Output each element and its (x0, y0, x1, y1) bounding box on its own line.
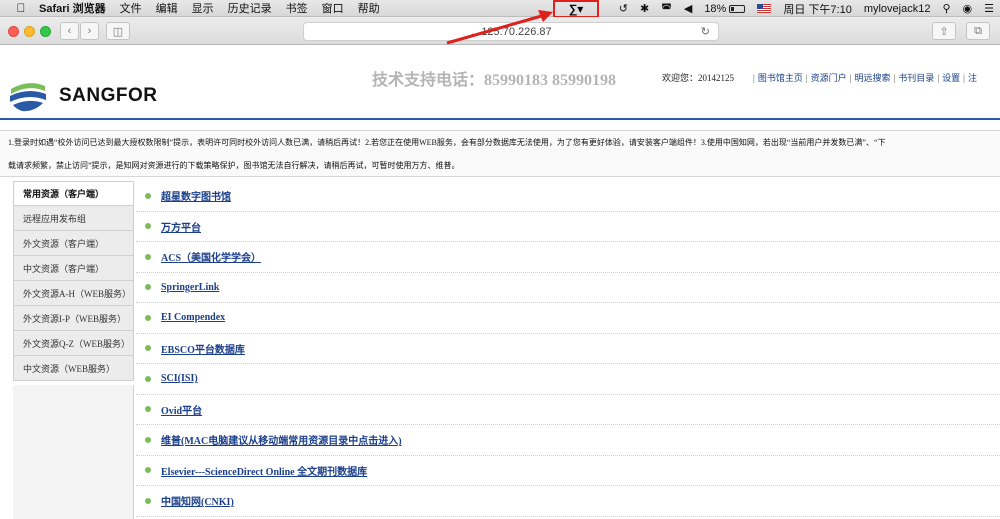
resource-link[interactable]: 维普(MAC电脑建议从移动端常用资源目录中点击进入) (161, 432, 402, 447)
bullet-icon (145, 497, 151, 504)
bullet-icon (145, 192, 151, 199)
notice-line-2: 载请求频繁，禁止访问”提示，是知网对资源进行的下载策略保护，图书馆无法自行解决，… (8, 161, 460, 170)
chevron-right-icon: › (87, 25, 92, 37)
battery-percent: 18% (704, 2, 727, 15)
list-item: SCI(ISI) (136, 364, 1000, 395)
notice-box: 1.登录时如遇“校外访问已达到最大授权数限制”提示，表明许可同时校外访问人数已满… (0, 130, 1000, 177)
share-button[interactable]: ⇧ (932, 22, 956, 40)
bluetooth-icon[interactable]: ✱ (634, 2, 655, 15)
notice-line-1: 1.登录时如遇“校外访问已达到最大授权数限制”提示，表明许可同时校外访问人数已满… (8, 138, 886, 147)
list-item: EI Compendex (136, 303, 1000, 334)
top-nav-links: | 图书馆主页 | 资源门户 | 明远搜索 | 书刊目录 | 设置 | 注 (753, 73, 977, 83)
link-logout[interactable]: 注 (968, 73, 977, 83)
resource-link[interactable]: EBSCO平台数据库 (161, 341, 245, 356)
minimize-window-button[interactable] (24, 26, 35, 37)
resource-link[interactable]: 超星数字图书馆 (161, 188, 231, 203)
sangfor-logo-icon (9, 75, 47, 113)
sidebar-item-common-client[interactable]: 常用资源（客户端） (13, 181, 134, 206)
forward-button[interactable]: › (80, 22, 99, 40)
resource-link[interactable]: 万方平台 (161, 219, 201, 234)
list-item: 维普(MAC电脑建议从移动端常用资源目录中点击进入) (136, 425, 1000, 456)
notification-list-icon[interactable]: ☰ (978, 2, 1000, 15)
annotation-arrow (446, 10, 553, 45)
wifi-icon[interactable]: ◚ (655, 2, 678, 15)
resource-link[interactable]: EI Compendex (161, 312, 225, 323)
menu-edit[interactable]: 编辑 (149, 0, 185, 16)
bullet-icon (145, 223, 151, 230)
battery-status[interactable]: 18% (698, 3, 751, 15)
support-hotline: 技术支持电话：85990183 85990198 (372, 72, 617, 89)
link-settings[interactable]: 设置 (942, 73, 960, 83)
list-item: Elsevier---ScienceDirect Online 全文期刊数据库 (136, 456, 1000, 486)
tabs-icon: ⧉ (974, 24, 982, 37)
bullet-icon (145, 375, 151, 382)
logo-text: SANGFOR (59, 85, 158, 106)
resource-link[interactable]: SCI(ISI) (161, 373, 198, 384)
bullet-icon (145, 314, 151, 321)
menu-view[interactable]: 显示 (185, 0, 221, 16)
resource-list: 超星数字图书馆 万方平台 ACS（美国化学学会） SpringerLink EI… (136, 181, 1000, 517)
resource-link[interactable]: SpringerLink (161, 282, 219, 293)
zoom-window-button[interactable] (40, 26, 51, 37)
bullet-icon (145, 253, 151, 260)
list-item: SpringerLink (136, 273, 1000, 303)
sidebar-filler (13, 385, 134, 519)
category-sidebar: 常用资源（客户端） 远程应用发布组 外文资源（客户端） 中文资源（客户端） 外文… (13, 181, 134, 381)
bullet-icon (145, 436, 151, 443)
bullet-icon (145, 467, 151, 474)
menu-help[interactable]: 帮助 (351, 0, 387, 16)
reload-icon[interactable]: ↻ (701, 25, 710, 38)
resource-link[interactable]: 中国知网(CNKI) (161, 493, 234, 508)
status-area: ↺ ✱ ◚ ◀ 18% 周日 下午7:10 mylovejack12 ⚲ ◉ ☰ (613, 0, 1000, 17)
portal-header: SANGFOR 技术支持电话：85990183 85990198 欢迎您：201… (0, 45, 1000, 120)
link-mingyuan-search[interactable]: 明远搜索 (854, 73, 890, 83)
close-window-button[interactable] (8, 26, 19, 37)
bullet-icon (145, 345, 151, 352)
sidebar-item-chinese-client[interactable]: 中文资源（客户端） (13, 256, 134, 281)
sidebar-item-foreign-a-h-web[interactable]: 外文资源A-H（WEB服务） (13, 281, 134, 306)
link-library-home[interactable]: 图书馆主页 (758, 73, 803, 83)
volume-icon[interactable]: ◀ (678, 2, 698, 15)
list-item: 万方平台 (136, 212, 1000, 242)
list-item: 超星数字图书馆 (136, 181, 1000, 212)
battery-icon (729, 4, 746, 13)
list-item: EBSCO平台数据库 (136, 334, 1000, 364)
welcome-text: 欢迎您：20142125 (662, 73, 735, 83)
sidebar-toggle-button[interactable]: ◫ (106, 22, 130, 40)
apple-icon[interactable]:  (10, 1, 32, 15)
bullet-icon (145, 406, 151, 413)
bullet-icon (145, 284, 151, 291)
chevron-left-icon: ‹ (67, 25, 72, 37)
menu-safari[interactable]: Safari 浏览器 (32, 0, 113, 16)
spotlight-search-icon[interactable]: ⚲ (936, 2, 956, 15)
menu-history[interactable]: 历史记录 (221, 0, 279, 16)
menu-file[interactable]: 文件 (113, 0, 149, 16)
clock[interactable]: 周日 下午7:10 (777, 1, 857, 17)
list-item: ACS（美国化学学会） (136, 242, 1000, 273)
menu-window[interactable]: 窗口 (315, 0, 351, 16)
resource-link[interactable]: Elsevier---ScienceDirect Online 全文期刊数据库 (161, 463, 367, 478)
list-item: 中国知网(CNKI) (136, 486, 1000, 517)
sidebar-item-foreign-q-z-web[interactable]: 外文资源Q-Z（WEB服务） (13, 331, 134, 356)
list-item: Ovid平台 (136, 395, 1000, 425)
sangfor-tray-icon[interactable]: ∑▾ (569, 2, 584, 16)
history-clock-icon[interactable]: ↺ (613, 2, 634, 15)
sidebar-icon: ◫ (112, 25, 124, 38)
share-icon: ⇧ (939, 25, 949, 38)
sidebar-item-remote-app[interactable]: 远程应用发布组 (13, 206, 134, 231)
link-resource-portal[interactable]: 资源门户 (811, 73, 847, 83)
siri-icon[interactable]: ◉ (957, 2, 979, 15)
sidebar-item-foreign-i-p-web[interactable]: 外文资源I-P（WEB服务） (13, 306, 134, 331)
resource-link[interactable]: ACS（美国化学学会） (161, 249, 261, 264)
sidebar-item-foreign-client[interactable]: 外文资源（客户端） (13, 231, 134, 256)
input-flag-icon[interactable] (751, 3, 777, 15)
link-catalog[interactable]: 书刊目录 (898, 73, 934, 83)
sidebar-item-chinese-web[interactable]: 中文资源（WEB服务） (13, 356, 134, 381)
menu-bookmarks[interactable]: 书签 (279, 0, 315, 16)
tabs-overview-button[interactable]: ⧉ (966, 22, 990, 40)
resource-link[interactable]: Ovid平台 (161, 402, 202, 417)
user-name[interactable]: mylovejack12 (858, 3, 937, 15)
back-button[interactable]: ‹ (60, 22, 79, 40)
